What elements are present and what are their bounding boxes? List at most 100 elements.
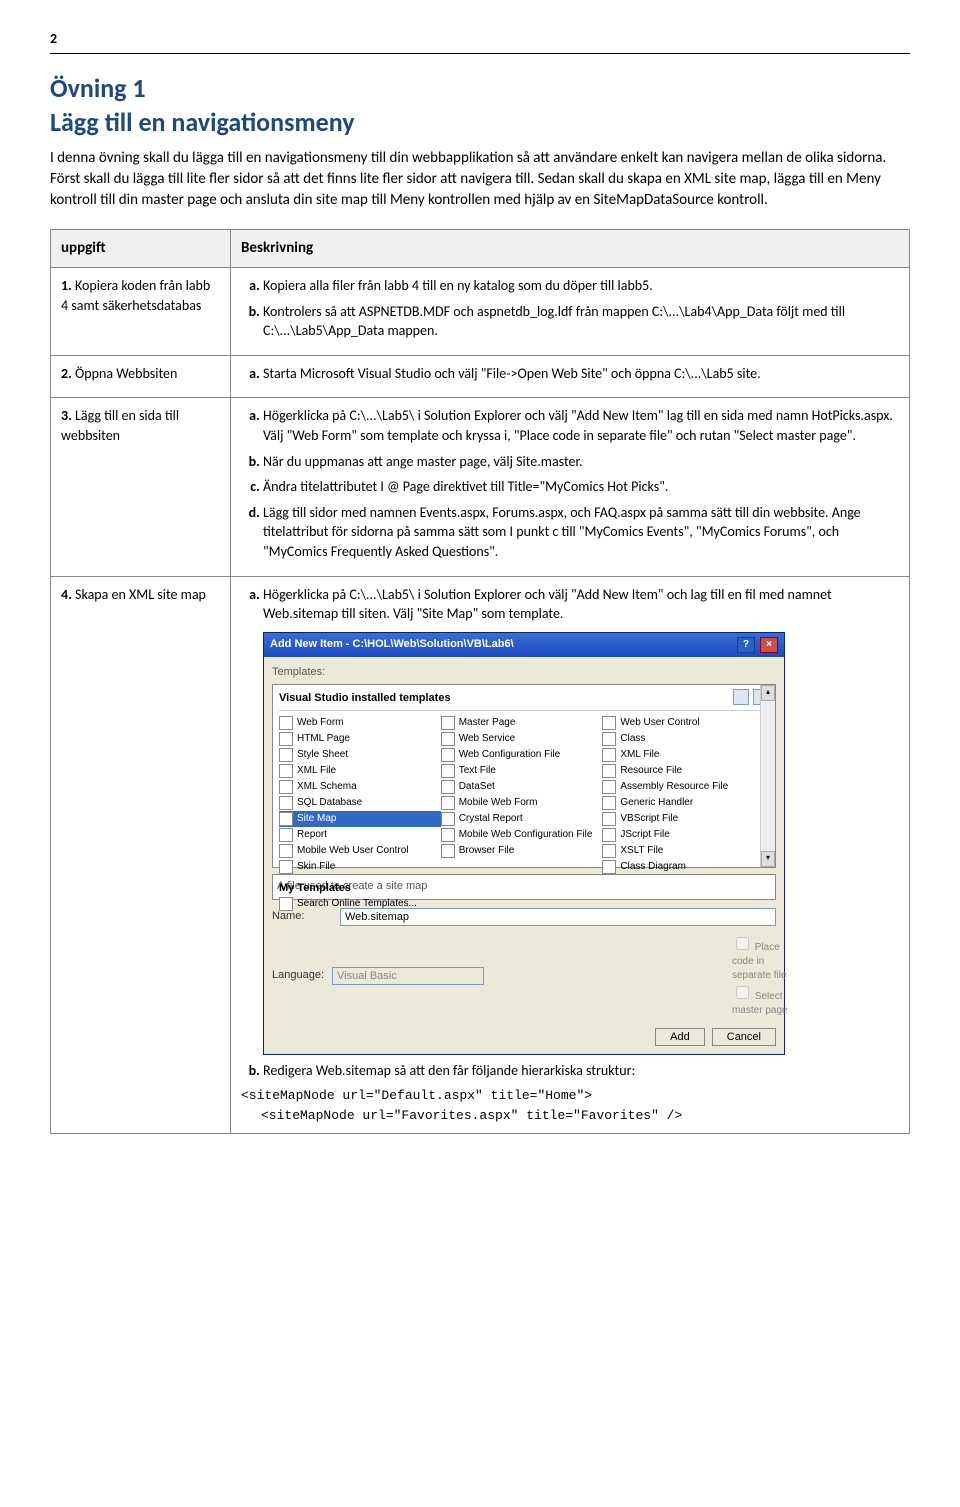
template-item[interactable]: Class <box>602 731 764 747</box>
cancel-button[interactable]: Cancel <box>712 1028 776 1046</box>
search-online-item[interactable]: Search Online Templates... <box>279 896 769 912</box>
file-icon <box>602 716 616 730</box>
file-icon <box>602 860 616 874</box>
template-item[interactable]: Skin File <box>279 859 441 875</box>
template-item[interactable]: Generic Handler <box>602 795 764 811</box>
installed-templates-header: Visual Studio installed templates <box>279 691 769 710</box>
substep: Högerklicka på C:\...\Lab5\ i Solution E… <box>263 585 899 1055</box>
template-item[interactable]: Browser File <box>441 843 603 859</box>
file-icon <box>441 828 455 842</box>
heading: Övning 1 <box>50 72 910 104</box>
horizontal-rule <box>50 53 910 54</box>
dialog-body: Templates: Visual Studio installed templ… <box>264 657 784 1054</box>
file-icon <box>602 812 616 826</box>
templates-label: Templates: <box>272 665 776 680</box>
template-item[interactable]: VBScript File <box>602 811 764 827</box>
code-block: <siteMapNode url="Default.aspx" title="H… <box>241 1086 899 1125</box>
substep-list: Högerklicka på C:\...\Lab5\ i Solution E… <box>241 406 899 561</box>
dialog-titlebar: Add New Item - C:\HOL\Web\Solution\VB\La… <box>264 633 784 657</box>
master-page-checkbox: Select master page <box>732 983 792 1018</box>
task-cell: 3. Lägg till en sida till webbsiten <box>51 398 231 576</box>
file-icon <box>602 844 616 858</box>
file-icon <box>279 828 293 842</box>
file-icon <box>279 812 293 826</box>
template-item[interactable]: Web User Control <box>602 715 764 731</box>
file-icon <box>602 748 616 762</box>
template-item[interactable]: XML File <box>602 747 764 763</box>
substep: Kopiera alla filer från labb 4 till en n… <box>263 276 899 296</box>
template-item[interactable]: Mobile Web Configuration File <box>441 827 603 843</box>
language-label: Language: <box>272 968 324 983</box>
task-cell: 1. Kopiera koden från labb 4 samt säkerh… <box>51 268 231 356</box>
task-number: 3. <box>61 407 72 424</box>
large-icons-icon[interactable] <box>733 689 749 705</box>
page-number: 2 <box>50 30 910 47</box>
template-item[interactable]: Master Page <box>441 715 603 731</box>
templates-pane: Visual Studio installed templates Web Fo… <box>272 684 776 868</box>
language-row: Language: Place code in separate file Se… <box>272 934 776 1018</box>
dialog-title-text: Add New Item - C:\HOL\Web\Solution\VB\La… <box>270 637 514 652</box>
header-task: uppgift <box>51 230 231 268</box>
template-item[interactable]: Web Configuration File <box>441 747 603 763</box>
template-item[interactable]: Text File <box>441 763 603 779</box>
code-line: <siteMapNode url="Favorites.aspx" title=… <box>241 1106 899 1126</box>
task-title: Lägg till en sida till webbsiten <box>61 407 179 444</box>
desc-cell: Högerklicka på C:\...\Lab5\ i Solution E… <box>231 398 910 576</box>
file-icon <box>602 732 616 746</box>
header-desc: Beskrivning <box>231 230 910 268</box>
desc-cell: Kopiera alla filer från labb 4 till en n… <box>231 268 910 356</box>
template-item[interactable]: HTML Page <box>279 731 441 747</box>
template-item[interactable]: XSLT File <box>602 843 764 859</box>
template-item-selected[interactable]: Site Map <box>279 811 441 827</box>
file-icon <box>441 796 455 810</box>
table-header-row: uppgift Beskrivning <box>51 230 910 268</box>
template-item[interactable]: Web Service <box>441 731 603 747</box>
checkbox-icon <box>736 937 749 950</box>
substep: Lägg till sidor med namnen Events.aspx, … <box>263 503 899 562</box>
scroll-down-icon[interactable]: ▾ <box>761 851 775 867</box>
template-item[interactable]: Web Form <box>279 715 441 731</box>
table-row: 2. Öppna Webbsiten Starta Microsoft Visu… <box>51 355 910 398</box>
task-number: 2. <box>61 365 72 382</box>
dialog-buttons: Add Cancel <box>272 1028 776 1046</box>
substep: Ändra titelattributet I @ Page direktive… <box>263 477 899 497</box>
file-icon <box>441 748 455 762</box>
table-row: 3. Lägg till en sida till webbsiten Höge… <box>51 398 910 576</box>
template-item[interactable]: XML File <box>279 763 441 779</box>
template-item[interactable]: Resource File <box>602 763 764 779</box>
close-icon[interactable]: × <box>760 637 778 653</box>
substep-text: Redigera Web.sitemap så att den får följ… <box>263 1062 635 1079</box>
file-icon <box>279 732 293 746</box>
instruction-table: uppgift Beskrivning 1. Kopiera koden frå… <box>50 229 910 1134</box>
add-button[interactable]: Add <box>655 1028 705 1046</box>
scrollbar[interactable]: ▴ ▾ <box>760 685 775 867</box>
template-item[interactable]: JScript File <box>602 827 764 843</box>
template-item[interactable]: Crystal Report <box>441 811 603 827</box>
task-title: Skapa en XML site map <box>75 586 206 603</box>
substep: När du uppmanas att ange master page, vä… <box>263 452 899 472</box>
template-item[interactable]: Class Diagram <box>602 859 764 875</box>
file-icon <box>441 732 455 746</box>
file-icon <box>441 780 455 794</box>
substep: Högerklicka på C:\...\Lab5\ i Solution E… <box>263 406 899 445</box>
template-item[interactable]: DataSet <box>441 779 603 795</box>
help-icon[interactable]: ? <box>737 637 755 653</box>
template-item[interactable]: XML Schema <box>279 779 441 795</box>
template-item[interactable]: Report <box>279 827 441 843</box>
template-item[interactable]: SQL Database <box>279 795 441 811</box>
template-item[interactable]: Mobile Web Form <box>441 795 603 811</box>
file-icon <box>279 860 293 874</box>
desc-cell: Starta Microsoft Visual Studio och välj … <box>231 355 910 398</box>
code-line: <siteMapNode url="Default.aspx" title="H… <box>241 1088 592 1103</box>
scroll-up-icon[interactable]: ▴ <box>761 685 775 701</box>
template-item[interactable]: Mobile Web User Control <box>279 843 441 859</box>
substep-list: Kopiera alla filer från labb 4 till en n… <box>241 276 899 341</box>
task-cell: 4. Skapa en XML site map <box>51 576 231 1134</box>
separate-file-checkbox: Place code in separate file <box>732 934 792 983</box>
search-icon <box>279 897 293 911</box>
file-icon <box>279 764 293 778</box>
template-item[interactable]: Style Sheet <box>279 747 441 763</box>
template-item[interactable]: Assembly Resource File <box>602 779 764 795</box>
task-title: Kopiera koden från labb 4 samt säkerhets… <box>61 277 210 314</box>
substep-list: Starta Microsoft Visual Studio och välj … <box>241 364 899 384</box>
